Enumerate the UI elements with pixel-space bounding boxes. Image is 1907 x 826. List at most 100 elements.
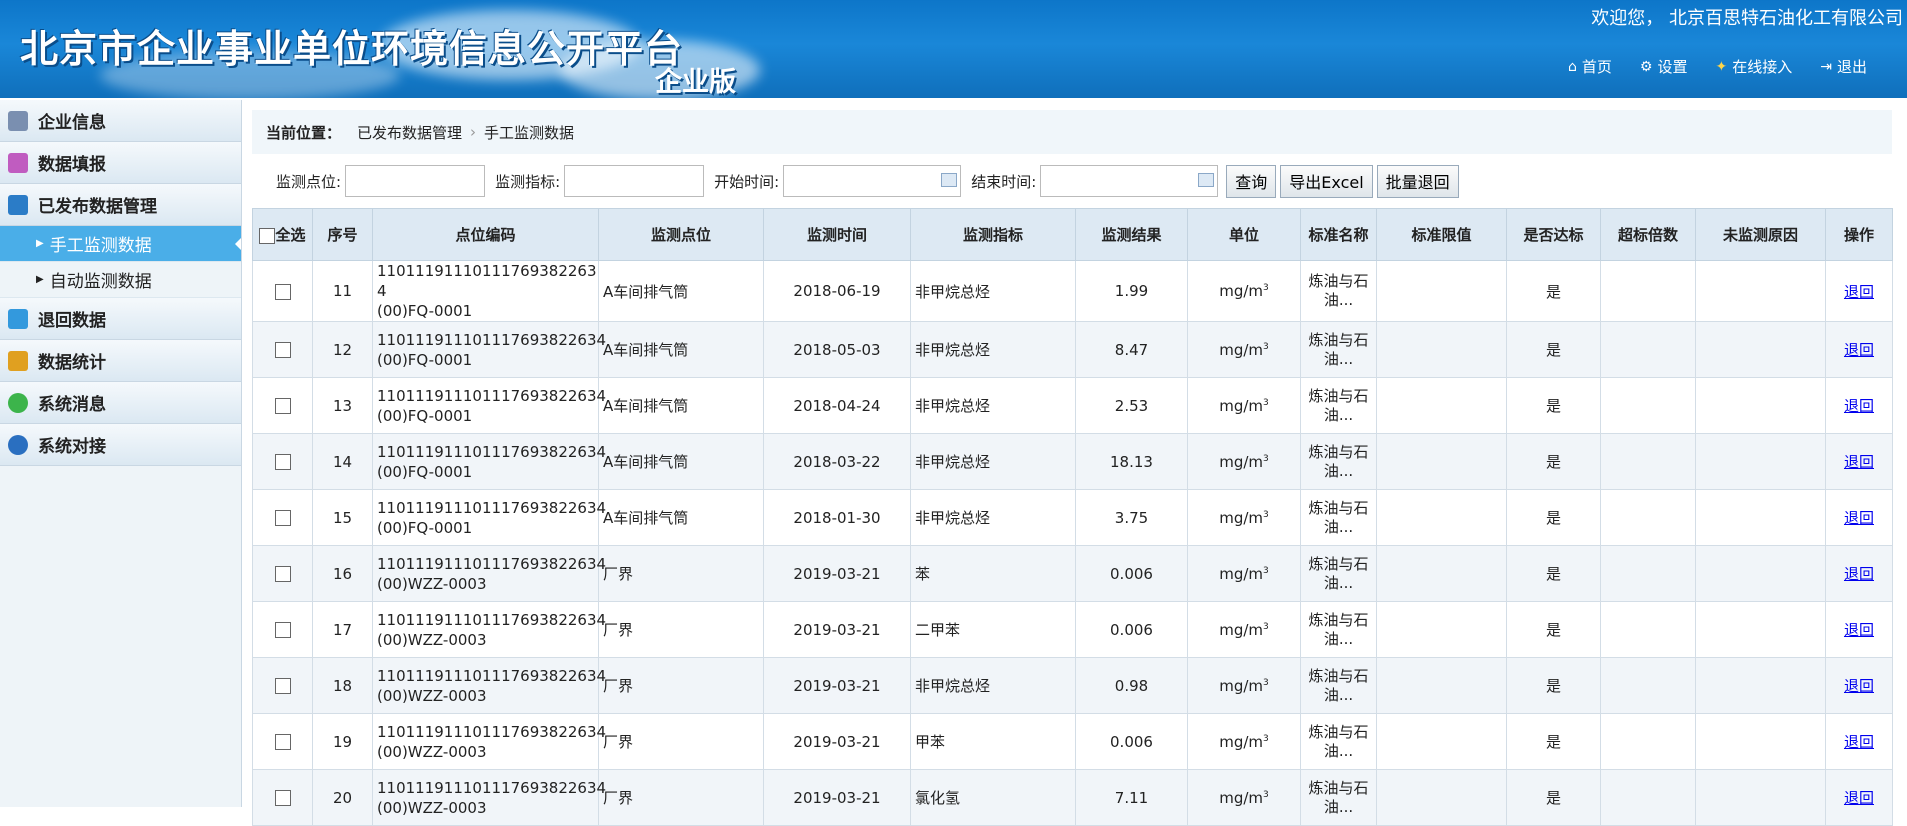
export-excel-button[interactable]: 导出Excel xyxy=(1280,164,1373,198)
row-select-cell[interactable] xyxy=(252,657,313,714)
calendar-icon[interactable] xyxy=(1198,173,1215,187)
return-link[interactable]: 退回 xyxy=(1844,283,1874,301)
point-code-line2: (00)WZZ-0003 xyxy=(377,686,487,705)
unit-superscript: 3 xyxy=(1263,565,1269,576)
unit-superscript: 3 xyxy=(1263,453,1269,464)
unit-text: mg/m xyxy=(1219,788,1264,807)
row-select-cell[interactable] xyxy=(252,260,313,322)
sidebar-item-data-entry[interactable]: 数据填报 xyxy=(0,142,241,184)
row-checkbox[interactable] xyxy=(274,283,291,300)
table-row: 18 110111911101117693822634 (00)WZZ-0003 厂界… xyxy=(252,657,1893,714)
sidebar-item-system-messages[interactable]: 系统消息 xyxy=(0,382,241,424)
point-code-line1: 110111911101117693822634 xyxy=(377,554,607,573)
point-code-line1: 11011191110111769382263 4 xyxy=(377,262,597,300)
row-select-cell[interactable] xyxy=(252,489,313,546)
table-row: 15 110111911101117693822634 (00)FQ-0001 A车间… xyxy=(252,489,1893,546)
monitoring-result: 0.98 xyxy=(1075,657,1188,714)
end-time-label: 结束时间: xyxy=(971,172,1037,191)
return-link[interactable]: 退回 xyxy=(1844,453,1874,471)
standard-limit xyxy=(1376,433,1507,490)
return-link[interactable]: 退回 xyxy=(1844,397,1874,415)
row-select-cell[interactable] xyxy=(252,769,313,826)
indicator-filter-input[interactable] xyxy=(564,165,705,197)
nav-settings[interactable]: ⚙ 设置 xyxy=(1640,56,1688,77)
sidebar-subitem-label: 手工监测数据 xyxy=(49,236,152,256)
nav-logout[interactable]: ⇥ 退出 xyxy=(1820,56,1867,77)
sidebar-item-published-data[interactable]: 已发布数据管理 xyxy=(0,184,241,226)
row-select-cell[interactable] xyxy=(252,545,313,602)
column-header: 标准名称 xyxy=(1300,208,1377,261)
sidebar-item-statistics[interactable]: 数据统计 xyxy=(0,340,241,382)
return-link[interactable]: 退回 xyxy=(1844,733,1874,751)
return-link[interactable]: 退回 xyxy=(1844,621,1874,639)
monitoring-time: 2018-06-19 xyxy=(763,260,911,322)
unit-text: mg/m xyxy=(1219,508,1264,527)
unit-superscript: 3 xyxy=(1263,283,1269,293)
point-filter-input[interactable] xyxy=(345,165,486,197)
point-code-cell: 110111911101117693822634 (00)WZZ-0003 xyxy=(372,545,606,602)
nav-online-access-label: 在线接入 xyxy=(1732,58,1793,76)
compliance-status: 是 xyxy=(1506,260,1601,322)
monitoring-time: 2019-03-21 xyxy=(763,545,911,602)
monitoring-point: 厂界 xyxy=(598,713,764,770)
point-code-line1: 110111911101117693822634 xyxy=(377,666,607,685)
monitoring-indicator: 非甲烷总烃 xyxy=(910,321,1076,378)
sidebar-subitem-manual-monitoring[interactable]: ▶ 手工监测数据 xyxy=(0,226,241,262)
caret-right-icon: ▶ xyxy=(36,274,44,285)
row-checkbox[interactable] xyxy=(274,678,291,694)
compliance-status: 是 xyxy=(1506,433,1601,490)
batch-return-button[interactable]: 批量退回 xyxy=(1376,164,1459,198)
row-select-cell[interactable] xyxy=(252,321,313,378)
row-select-cell[interactable] xyxy=(252,433,313,490)
nav-home[interactable]: ⌂ 首页 xyxy=(1568,56,1612,77)
row-select-cell[interactable] xyxy=(252,601,313,658)
sidebar-item-label: 数据统计 xyxy=(38,353,106,373)
row-select-cell[interactable] xyxy=(252,377,313,434)
row-checkbox[interactable] xyxy=(274,566,291,582)
standard-limit xyxy=(1376,545,1507,602)
unit-cell: mg/m3 xyxy=(1187,433,1301,490)
compliance-status: 是 xyxy=(1506,769,1601,826)
sidebar-item-company-info[interactable]: 企业信息 xyxy=(0,100,241,142)
row-checkbox[interactable] xyxy=(274,734,291,750)
sidebar-subitem-auto-monitoring[interactable]: ▶ 自动监测数据 xyxy=(0,262,241,298)
end-time-input[interactable] xyxy=(1040,165,1219,197)
unit-cell: mg/m3 xyxy=(1187,769,1301,826)
row-checkbox[interactable] xyxy=(274,398,291,414)
row-checkbox[interactable] xyxy=(274,622,291,638)
row-checkbox[interactable] xyxy=(274,790,291,806)
row-select-cell[interactable] xyxy=(252,713,313,770)
query-button[interactable]: 查询 xyxy=(1226,164,1277,198)
table-row: 17 110111911101117693822634 (00)WZZ-0003 厂界… xyxy=(252,601,1893,658)
return-link[interactable]: 退回 xyxy=(1844,789,1874,807)
column-header: 未监测原因 xyxy=(1695,208,1826,261)
unit-superscript: 3 xyxy=(1263,621,1269,632)
point-code-line1: 110111911101117693822634 xyxy=(377,610,607,629)
breadcrumb-item[interactable]: 已发布数据管理 xyxy=(357,122,462,143)
nav-online-access[interactable]: ✦ 在线接入 xyxy=(1716,56,1793,77)
sidebar-item-label: 系统对接 xyxy=(38,437,106,457)
row-checkbox[interactable] xyxy=(274,342,291,358)
table-header-row: 全选 序号 点位编码 监测点位 监测时间 监测指标 监测结果 单位 标准名称 标… xyxy=(252,208,1893,261)
row-number: 16 xyxy=(312,545,373,602)
select-all-header[interactable]: 全选 xyxy=(252,208,313,261)
sidebar-item-returned-data[interactable]: 退回数据 xyxy=(0,298,241,340)
unit-superscript: 3 xyxy=(1263,677,1269,688)
row-checkbox[interactable] xyxy=(274,454,291,470)
sidebar-item-system-link[interactable]: 系统对接 xyxy=(0,424,241,466)
row-checkbox[interactable] xyxy=(274,510,291,526)
return-link[interactable]: 退回 xyxy=(1844,509,1874,527)
select-all-checkbox[interactable] xyxy=(259,227,276,244)
edition-label: 企业版 xyxy=(655,67,736,98)
sidebar-item-label: 数据填报 xyxy=(38,155,106,175)
return-link[interactable]: 退回 xyxy=(1844,677,1874,695)
compliance-status: 是 xyxy=(1506,545,1601,602)
return-link[interactable]: 退回 xyxy=(1844,341,1874,359)
unit-text: mg/m xyxy=(1219,676,1264,695)
start-time-input[interactable] xyxy=(783,165,962,197)
standard-name-line1: 炼油与石 xyxy=(1308,330,1369,349)
return-link[interactable]: 退回 xyxy=(1844,565,1874,583)
standard-name-line1: 炼油与石 xyxy=(1308,666,1369,685)
point-code-line1: 110111911101117693822634 xyxy=(377,330,607,349)
calendar-icon[interactable] xyxy=(941,173,958,187)
